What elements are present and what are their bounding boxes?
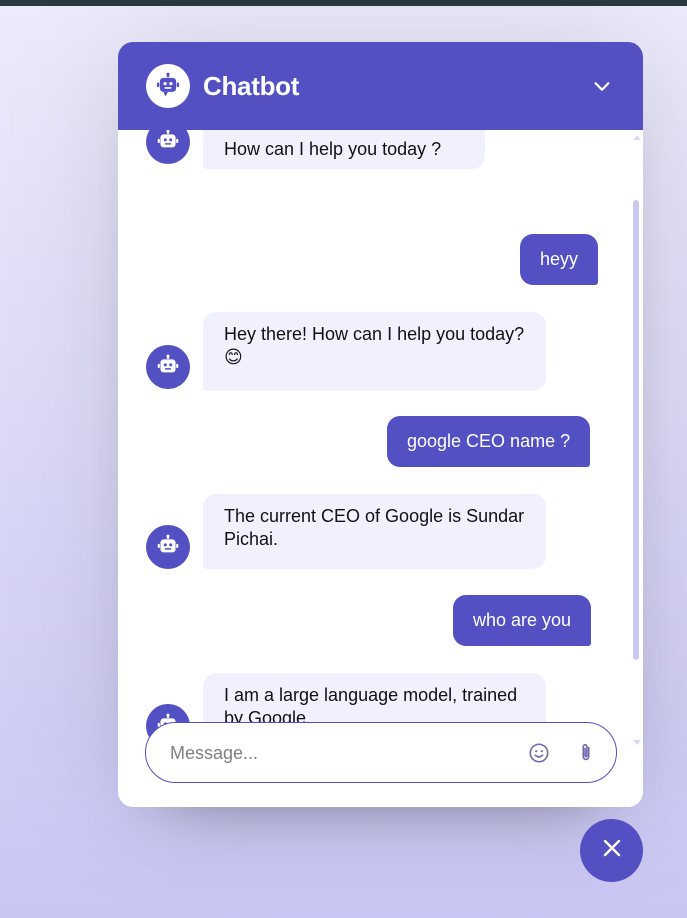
user-message: google CEO name ? <box>387 416 591 467</box>
bot-avatar <box>146 525 190 569</box>
chat-body: How can I help you today ? heyy Hey ther… <box>118 130 643 748</box>
bot-avatar <box>146 345 190 389</box>
paperclip-icon[interactable] <box>573 740 599 766</box>
robot-icon <box>146 64 190 108</box>
scroll-thumb[interactable] <box>633 200 639 660</box>
chat-footer <box>118 722 643 807</box>
chevron-down-icon[interactable] <box>589 73 615 99</box>
message-input[interactable] <box>168 723 512 784</box>
chat-header: Chatbot <box>118 42 643 130</box>
smiley-icon[interactable] <box>526 740 552 766</box>
scroll-up-arrow[interactable] <box>633 135 641 140</box>
bot-avatar <box>146 130 190 164</box>
window-top-bar <box>0 0 687 6</box>
chatbot-popup: Chatbot How can I help you today ? heyy … <box>118 42 643 807</box>
chatbot-toggler-button[interactable] <box>580 819 643 882</box>
scroll-down-arrow[interactable] <box>633 740 641 745</box>
chatbot-title: Chatbot <box>203 70 300 101</box>
user-message: who are you <box>453 595 592 646</box>
close-icon <box>600 836 624 865</box>
bot-message: Hey there! How can I help you today? 😊 <box>203 312 546 391</box>
bot-message: The current CEO of Google is Sundar Pich… <box>203 494 546 569</box>
scrollbar[interactable] <box>633 130 641 748</box>
header-info: Chatbot <box>146 64 299 108</box>
chat-form <box>145 722 617 784</box>
bot-message: How can I help you today ? <box>203 130 485 169</box>
user-message: heyy <box>520 234 599 285</box>
